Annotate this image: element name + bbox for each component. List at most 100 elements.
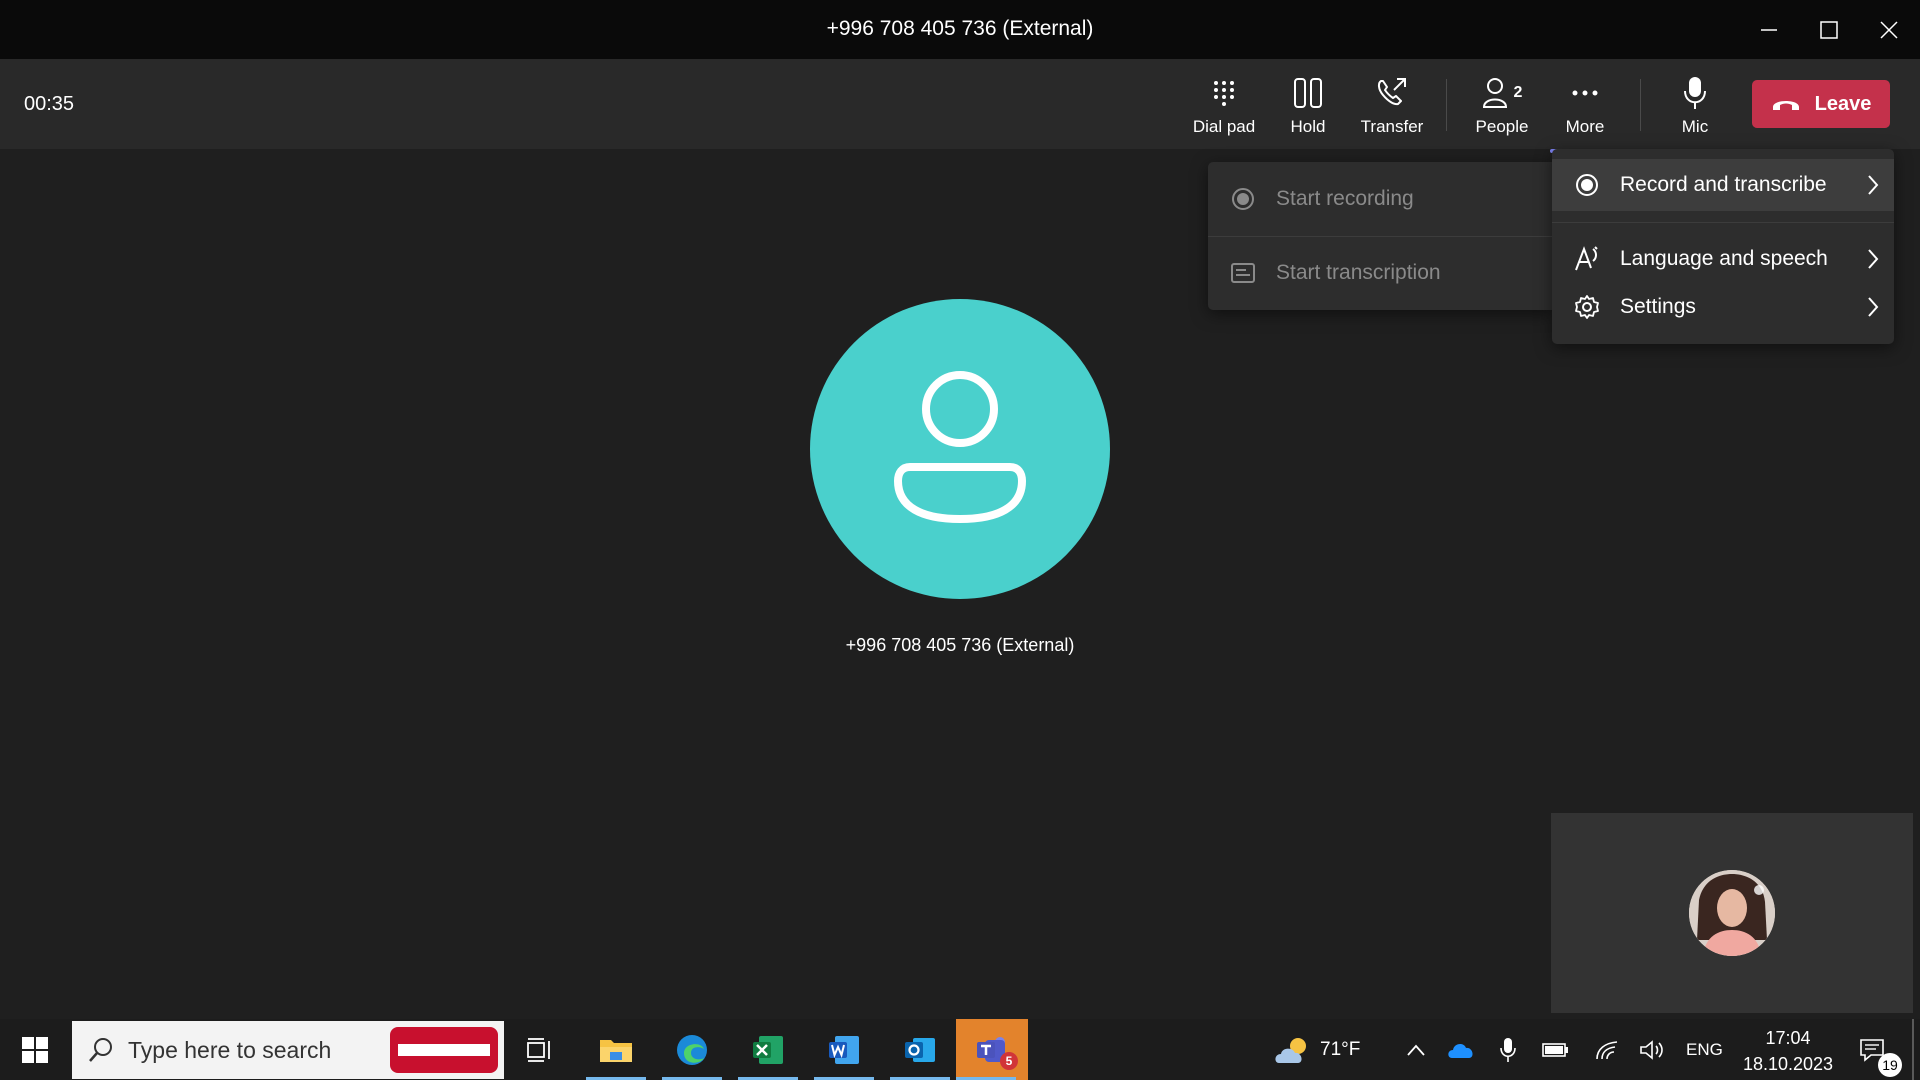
transcript-icon	[1230, 263, 1256, 283]
cloud-icon	[1448, 1043, 1473, 1058]
excel-app[interactable]	[738, 1019, 798, 1080]
clock-time: 17:04	[1765, 1028, 1811, 1048]
transfer-button[interactable]: Transfer	[1350, 73, 1434, 143]
remote-participant-avatar	[810, 299, 1110, 599]
title-bar: +996 708 405 736 (External)	[0, 0, 1920, 59]
volume-tray[interactable]	[1632, 1019, 1672, 1080]
people-count: 2	[1513, 84, 1523, 101]
teams-app[interactable]: 5	[956, 1019, 1028, 1080]
call-timer: 00:35	[24, 93, 75, 115]
search-icon	[89, 1038, 112, 1062]
record-submenu: Start recording Start transcription	[1208, 162, 1552, 310]
wifi-tray[interactable]	[1588, 1019, 1628, 1080]
menu-divider	[1552, 222, 1894, 223]
chevron-up-icon	[1407, 1044, 1425, 1056]
task-view-button[interactable]	[510, 1019, 570, 1080]
hold-label: Hold	[1290, 117, 1326, 136]
clock-date: 18.10.2023	[1742, 1054, 1834, 1074]
weather-temperature: 71°F	[1320, 1039, 1361, 1060]
self-view-tile[interactable]	[1551, 813, 1913, 1013]
language-and-speech-label: Language and speech	[1620, 247, 1828, 270]
cloudy-weather-icon	[1275, 1037, 1306, 1063]
microphone-tray[interactable]	[1488, 1019, 1528, 1080]
record-and-transcribe-item[interactable]: Record and transcribe	[1552, 159, 1894, 211]
call-toolbar: 00:35 Dial pad Hold Transfer 2 People Mo…	[0, 59, 1920, 153]
gear-icon	[1574, 294, 1600, 320]
wifi-icon	[1596, 1040, 1618, 1059]
dial-pad-icon	[1211, 73, 1237, 113]
show-hidden-icons-button[interactable]	[1396, 1019, 1436, 1080]
battery-tray[interactable]	[1536, 1019, 1576, 1080]
minimize-button[interactable]	[1740, 0, 1798, 59]
search-highlight-banner[interactable]	[390, 1027, 498, 1073]
speaker-icon	[1640, 1039, 1663, 1060]
settings-item[interactable]: Settings	[1552, 281, 1894, 333]
outlook-icon	[905, 1037, 935, 1062]
record-and-transcribe-label: Record and transcribe	[1620, 173, 1827, 196]
people-icon: 2	[1482, 73, 1523, 113]
mic-button[interactable]: Mic	[1652, 73, 1738, 143]
microphone-icon	[1500, 1037, 1516, 1062]
language-and-speech-item[interactable]: Language and speech	[1552, 233, 1894, 285]
self-avatar	[1689, 870, 1775, 956]
weather-widget[interactable]	[1268, 1019, 1318, 1080]
chevron-right-icon	[1868, 175, 1879, 195]
dial-pad-label: Dial pad	[1192, 117, 1256, 136]
microphone-icon	[1683, 73, 1707, 113]
edge-app[interactable]	[662, 1019, 722, 1080]
pause-icon	[1293, 73, 1323, 113]
window-title: +996 708 405 736 (External)	[826, 17, 1094, 40]
more-button[interactable]: More	[1550, 73, 1620, 153]
people-label: People	[1475, 117, 1529, 136]
remote-participant-name: +996 708 405 736 (External)	[845, 635, 1075, 655]
word-icon	[829, 1035, 859, 1064]
person-icon	[894, 371, 1026, 523]
record-icon	[1230, 187, 1256, 211]
word-app[interactable]	[814, 1019, 874, 1080]
folder-icon	[600, 1039, 632, 1062]
start-transcription-label: Start transcription	[1276, 261, 1441, 284]
chevron-right-icon	[1868, 297, 1879, 317]
more-menu: Record and transcribe Language and speec…	[1552, 149, 1894, 344]
more-icon	[1571, 73, 1599, 113]
toolbar-divider	[1446, 79, 1447, 131]
start-recording-label: Start recording	[1276, 187, 1414, 210]
excel-icon	[753, 1035, 783, 1064]
people-button[interactable]: 2 People	[1460, 73, 1544, 143]
windows-icon	[22, 1036, 48, 1063]
hold-button[interactable]: Hold	[1266, 73, 1350, 143]
input-language[interactable]: ENG	[1686, 1040, 1723, 1060]
transfer-icon	[1375, 73, 1409, 113]
start-recording-item[interactable]: Start recording	[1208, 162, 1552, 236]
taskbar-search[interactable]: Type here to search	[72, 1021, 504, 1079]
language-icon	[1574, 246, 1600, 272]
chevron-right-icon	[1868, 249, 1879, 269]
transfer-label: Transfer	[1360, 117, 1424, 136]
banner-icon	[398, 1044, 490, 1056]
maximize-button[interactable]	[1800, 0, 1858, 59]
mic-label: Mic	[1681, 117, 1709, 136]
toolbar-divider	[1640, 79, 1641, 131]
edge-icon	[677, 1034, 707, 1065]
notification-count-badge: 19	[1878, 1053, 1902, 1077]
battery-icon	[1542, 1042, 1568, 1057]
hang-up-icon	[1772, 101, 1799, 110]
start-button[interactable]	[0, 1019, 70, 1080]
show-desktop-button[interactable]	[1912, 1019, 1914, 1080]
dial-pad-button[interactable]: Dial pad	[1182, 73, 1266, 143]
taskbar-clock[interactable]: 17:04 18.10.2023	[1738, 1025, 1838, 1077]
teams-notification-badge: 5	[1000, 1052, 1018, 1070]
close-button[interactable]	[1860, 0, 1918, 59]
task-view-icon	[527, 1037, 550, 1062]
onedrive-tray[interactable]	[1442, 1019, 1482, 1080]
start-transcription-item[interactable]: Start transcription	[1208, 236, 1552, 310]
minimize-icon	[1761, 28, 1777, 31]
taskbar: Type here to search 5 71°F ENG 17:04 18.…	[0, 1019, 1920, 1080]
search-placeholder: Type here to search	[128, 1036, 332, 1063]
settings-label: Settings	[1620, 295, 1696, 318]
leave-label: Leave	[1814, 92, 1872, 115]
file-explorer-app[interactable]	[586, 1019, 646, 1080]
record-icon	[1574, 173, 1600, 197]
outlook-app[interactable]	[890, 1019, 950, 1080]
leave-button[interactable]: Leave	[1752, 80, 1890, 128]
